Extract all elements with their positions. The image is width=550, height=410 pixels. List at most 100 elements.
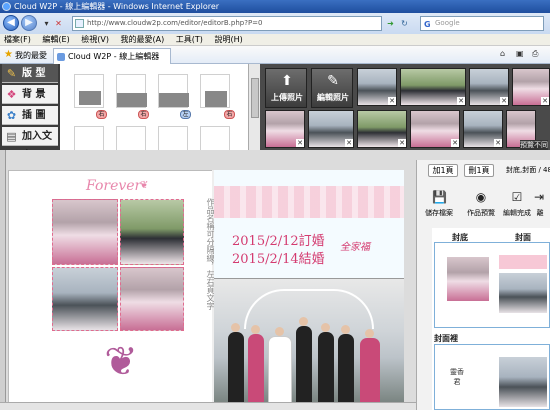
remove-photo-icon[interactable]: ✕ [494,139,502,147]
remove-photo-icon[interactable]: ✕ [398,139,406,147]
nav-add-text[interactable]: ▤ 加入文字 [2,127,58,161]
menu-edit[interactable]: 編輯(E) [42,35,69,44]
favorites-label[interactable]: 我的最愛 [15,50,47,61]
person [228,332,244,410]
add-page-button[interactable]: 加1頁 [428,164,458,177]
upload-arrow-icon: ⬆ [281,73,293,89]
window-title-bar: Cloud W2P - 線上編輯器 - Windows Internet Exp… [0,0,550,13]
inner-cover-thumbnail[interactable]: 靈香君 [434,344,550,410]
forever-title[interactable]: Forever [86,178,141,194]
layout-thumb[interactable] [74,74,104,108]
remove-photo-icon[interactable]: ✕ [457,97,465,105]
tab-page-icon [57,53,65,61]
layout-badge[interactable]: 右 [96,110,107,119]
photo-thumb[interactable]: ✕ [512,68,550,106]
lace-border[interactable] [214,186,404,218]
layout-thumb[interactable] [200,74,230,108]
layout-badge[interactable]: 左 [180,110,191,119]
remove-photo-icon[interactable]: ✕ [296,139,304,147]
flourish-icon: ❦ [140,180,149,191]
wedding-date[interactable]: 2015/2/14結婚 [232,248,325,267]
remove-photo-icon[interactable]: ✕ [500,97,508,105]
favorites-star-icon[interactable]: ★ [4,49,13,60]
layout-thumb[interactable] [158,126,188,150]
nav-clipart-label: 插 圖 [22,110,46,121]
menu-help[interactable]: 說明(H) [214,35,242,44]
menu-tools[interactable]: 工具(T) [176,35,203,44]
print-icon[interactable]: ⎙ [532,49,538,59]
thumb-lace [499,255,547,269]
photo-frame[interactable] [52,267,118,331]
thumb-photo [447,257,489,301]
nav-background[interactable]: ❖ 背 景 [2,85,58,104]
url-input[interactable]: http://www.cloudw2p.com/editor/editorB.p… [72,16,382,31]
ie-logo-icon [2,2,11,11]
face [275,327,284,336]
upload-photo-button[interactable]: ⬆ 上傳照片 [265,68,307,108]
layout-scrollbar[interactable] [248,64,260,150]
photo-thumb[interactable]: ✕ [265,110,305,148]
photo-thumb[interactable]: ✕ [410,110,460,148]
preview-button[interactable]: ◉ 作品預覽 [462,190,500,222]
browser-tab[interactable]: Cloud W2P - 線上編輯器 [53,48,171,64]
layout-badge[interactable]: 右 [138,110,149,119]
engagement-date[interactable]: 2015/2/12訂婚 [232,230,325,249]
preview-hint: 預覽不同 [520,140,548,150]
background-icon: ❖ [6,88,17,101]
search-input[interactable]: G Google [420,16,544,31]
finish-edit-icon: ☑ [511,190,523,204]
family-caption[interactable]: 全家福 [340,238,370,253]
remove-photo-icon[interactable]: ✕ [388,97,396,105]
back-button[interactable]: ◀ [3,15,19,31]
remove-photo-icon[interactable]: ✕ [451,139,459,147]
photo-frame[interactable] [120,199,184,265]
photo-thumb[interactable]: ✕ [308,110,354,148]
scrollbar-thumb[interactable] [251,78,259,118]
exit-button[interactable]: ⇥ 離 [530,190,550,222]
page-counter: 封底,封面 / 48 [506,166,550,174]
thumb-photo [499,357,547,407]
workspace-scrollbar[interactable] [0,402,416,410]
save-button[interactable]: 💾 儲存檔案 [420,190,458,222]
refresh-icon[interactable]: ↻ [398,16,411,31]
nav-layout[interactable]: ✎ 版 型 [2,64,58,83]
photo-thumb[interactable]: ✕ [463,110,503,148]
upload-photo-label: 上傳照片 [271,93,303,102]
remove-photo-icon[interactable]: ✕ [541,97,549,105]
menu-favorites[interactable]: 我的最愛(A) [121,35,165,44]
photo-thumb[interactable]: ✕ [357,68,397,106]
photo-frame[interactable] [52,199,118,265]
window-title: Cloud W2P - 線上編輯器 - Windows Internet Exp… [14,2,220,11]
layout-thumb[interactable] [116,74,147,108]
feeds-icon[interactable]: ▣ [516,49,524,58]
menu-file[interactable]: 檔案(F) [4,35,31,44]
home-icon[interactable]: ⌂ [500,49,505,58]
url-text: http://www.cloudw2p.com/editor/editorB.p… [87,19,263,27]
photo-thumb[interactable]: ✕ [469,68,509,106]
layout-thumb[interactable] [158,74,189,108]
menu-view[interactable]: 檢視(V) [81,35,109,44]
layout-thumb[interactable] [200,126,230,150]
stop-icon[interactable]: ✕ [52,16,65,31]
edit-photo-label: 編輯照片 [317,93,349,102]
layout-icon: ✎ [6,67,17,80]
thumb-photo [499,273,547,313]
forward-button[interactable]: ▶ [21,15,37,31]
layout-gallery: 右 右 左 右 [60,64,260,150]
clipart-icon: ✿ [6,109,17,122]
layout-badge[interactable]: 右 [224,110,235,119]
layout-thumb[interactable] [116,126,146,150]
remove-photo-icon[interactable]: ✕ [345,139,353,147]
edit-photo-button[interactable]: ✎ 編輯照片 [311,68,353,108]
ornament-icon[interactable]: ❦ [86,335,156,389]
go-icon[interactable]: ➜ [384,16,397,31]
photo-frame[interactable] [120,267,184,331]
photo-thumb[interactable]: ✕ [400,68,466,106]
nav-clipart[interactable]: ✿ 插 圖 [2,106,58,125]
group-photo[interactable] [214,278,404,410]
photo-thumb[interactable]: ✕ [357,110,407,148]
cover-thumbnail[interactable] [434,242,550,328]
favorites-bar: ★ 我的最愛 Cloud W2P - 線上編輯器 ⌂ ▣ ⎙ [0,46,550,64]
remove-page-button[interactable]: 刪1頁 [464,164,494,177]
layout-thumb[interactable] [74,126,104,150]
